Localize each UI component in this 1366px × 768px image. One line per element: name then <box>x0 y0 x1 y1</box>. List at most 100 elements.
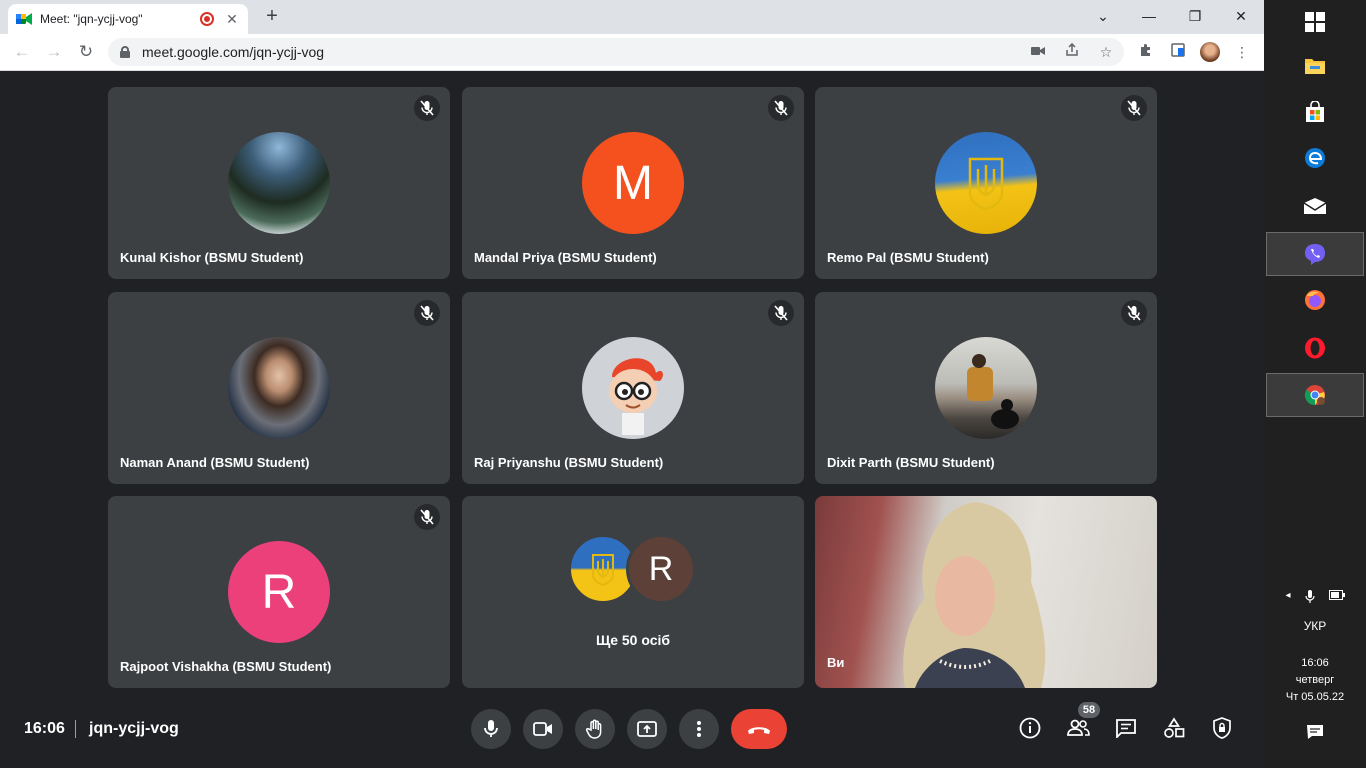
tray-chevron-icon[interactable]: ◂ <box>1285 590 1290 607</box>
viber-icon <box>1305 244 1325 265</box>
tab-search-icon[interactable]: ⌄ <box>1080 4 1126 28</box>
activities-button[interactable] <box>1158 712 1190 744</box>
folder-icon <box>1305 59 1325 74</box>
reading-list-icon[interactable] <box>1166 40 1190 64</box>
system-tray-icons: ◂ <box>1264 590 1366 607</box>
meeting-code: jqn-ycjj-vog <box>89 720 179 737</box>
taskbar-mail[interactable] <box>1266 184 1364 228</box>
tray-date[interactable]: Чт 05.05.22 <box>1264 691 1366 703</box>
more-options-button[interactable] <box>679 709 719 749</box>
back-icon[interactable]: ← <box>10 40 34 64</box>
participant-name: Remo Pal (BSMU Student) <box>827 250 989 265</box>
participant-tile[interactable]: Dixit Parth (BSMU Student) <box>815 292 1157 484</box>
participant-tile[interactable]: Remo Pal (BSMU Student) <box>815 87 1157 279</box>
microphone-button[interactable] <box>471 709 511 749</box>
present-screen-icon <box>637 721 657 737</box>
edge-icon <box>1305 148 1325 168</box>
address-bar[interactable]: meet.google.com/jqn-ycjj-vog ☆ <box>108 38 1124 66</box>
chat-button[interactable] <box>1110 712 1142 744</box>
hand-icon <box>586 719 602 739</box>
people-icon <box>1067 719 1090 736</box>
chat-icon <box>1116 719 1136 738</box>
mic-off-icon <box>414 95 440 121</box>
mic-off-icon <box>1121 95 1147 121</box>
start-button[interactable] <box>1266 0 1364 44</box>
more-participants-label: Ще 50 осіб <box>595 632 671 648</box>
participant-name: Raj Priyanshu (BSMU Student) <box>474 455 664 470</box>
taskbar-viber[interactable] <box>1266 232 1364 276</box>
more-vert-icon <box>697 721 701 737</box>
meeting-time: 16:06 <box>24 720 65 737</box>
chrome-menu-icon[interactable]: ⋮ <box>1230 40 1254 64</box>
present-screen-button[interactable] <box>627 709 667 749</box>
tab-close-icon[interactable]: ✕ <box>224 11 240 28</box>
forward-icon[interactable]: → <box>42 40 66 64</box>
bookmark-star-icon[interactable]: ☆ <box>1096 42 1116 62</box>
profile-avatar[interactable] <box>1200 42 1220 62</box>
meeting-details-button[interactable] <box>1014 712 1046 744</box>
participant-name: Dixit Parth (BSMU Student) <box>827 455 995 470</box>
notification-icon <box>1307 725 1323 739</box>
mic-off-icon <box>414 504 440 530</box>
more-participants-tile[interactable]: R Ще 50 осіб <box>462 496 804 688</box>
leave-call-button[interactable] <box>731 709 787 749</box>
participant-tile[interactable]: R Rajpoot Vishakha (BSMU Student) <box>108 496 450 688</box>
participant-avatar: M <box>582 132 684 234</box>
restore-icon[interactable]: ❐ <box>1172 4 1218 28</box>
participant-name: Mandal Priya (BSMU Student) <box>474 250 657 265</box>
camera-button[interactable] <box>523 709 563 749</box>
reload-icon[interactable]: ↻ <box>74 40 98 64</box>
tray-day[interactable]: четверг <box>1264 674 1366 686</box>
participant-tile[interactable]: Kunal Kishor (BSMU Student) <box>108 87 450 279</box>
opera-icon <box>1305 337 1325 359</box>
raise-hand-button[interactable] <box>575 709 615 749</box>
notifications-button[interactable] <box>1264 724 1366 743</box>
mic-off-icon <box>1121 300 1147 326</box>
participant-tile[interactable]: Naman Anand (BSMU Student) <box>108 292 450 484</box>
share-icon[interactable] <box>1062 42 1082 62</box>
info-icon <box>1019 717 1041 739</box>
self-label: Ви <box>827 655 845 670</box>
new-tab-icon[interactable]: + <box>262 6 282 26</box>
taskbar-firefox[interactable] <box>1266 278 1364 322</box>
windows-icon <box>1305 12 1325 32</box>
hang-up-icon <box>748 727 770 734</box>
google-meet-icon <box>16 12 32 26</box>
extensions-icon[interactable] <box>1134 40 1158 64</box>
tray-language[interactable]: УКР <box>1264 619 1366 633</box>
taskbar-opera[interactable] <box>1266 326 1364 370</box>
taskbar-store[interactable] <box>1266 90 1364 134</box>
cartoon-character-icon <box>609 358 663 435</box>
minimize-icon[interactable]: — <box>1126 4 1172 28</box>
participant-name: Kunal Kishor (BSMU Student) <box>120 250 304 265</box>
participant-tile[interactable]: M Mandal Priya (BSMU Student) <box>462 87 804 279</box>
taskbar-edge[interactable] <box>1266 136 1364 180</box>
windows-taskbar: ◂ УКР 16:06 четверг Чт 05.05.22 <box>1264 0 1366 768</box>
participant-avatar <box>935 337 1037 439</box>
tray-battery-icon[interactable] <box>1328 590 1345 607</box>
firefox-icon <box>1305 290 1325 310</box>
participant-tile[interactable]: Raj Priyanshu (BSMU Student) <box>462 292 804 484</box>
self-video-tile[interactable]: Ви <box>815 496 1157 688</box>
shield-lock-icon <box>1213 717 1231 739</box>
tray-microphone-icon[interactable] <box>1304 590 1315 607</box>
taskbar-file-explorer[interactable] <box>1266 44 1364 88</box>
participant-count-badge: 58 <box>1078 702 1100 718</box>
person-with-dog-icon <box>967 354 1019 429</box>
tray-time[interactable]: 16:06 <box>1264 657 1366 669</box>
participant-name: Naman Anand (BSMU Student) <box>120 455 310 470</box>
shapes-icon <box>1164 717 1185 738</box>
taskbar-chrome[interactable] <box>1266 373 1364 417</box>
host-controls-button[interactable] <box>1206 712 1238 744</box>
tab-meet[interactable]: Meet: "jqn-ycjj-vog" ✕ <box>8 4 248 34</box>
mic-off-icon <box>768 95 794 121</box>
video-camera-icon <box>533 722 552 736</box>
self-video-icon <box>903 502 1046 688</box>
close-window-icon[interactable]: ✕ <box>1218 4 1264 28</box>
trident-icon <box>592 554 614 586</box>
store-icon <box>1306 101 1324 122</box>
participant-avatar <box>582 337 684 439</box>
browser-toolbar: ← → ↻ meet.google.com/jqn-ycjj-vog ☆ ⋮ <box>0 34 1264 71</box>
url-text: meet.google.com/jqn-ycjj-vog <box>142 44 325 60</box>
camera-icon[interactable] <box>1028 42 1048 62</box>
